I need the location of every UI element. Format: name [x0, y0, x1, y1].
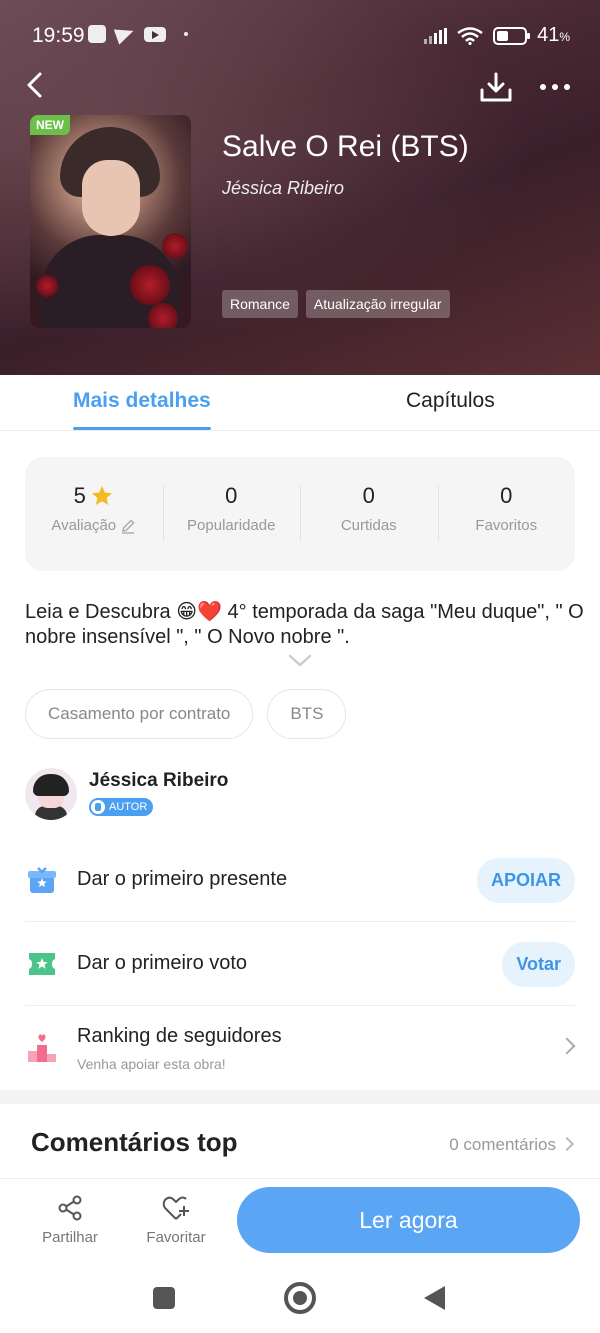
chevron-right-icon	[558, 1037, 576, 1055]
heart-plus-icon	[162, 1196, 189, 1220]
stat-popularity: 0 Popularidade	[162, 479, 301, 549]
vote-label: Dar o primeiro voto	[77, 952, 248, 974]
likes-label: Curtidas	[340, 517, 397, 534]
read-now-button[interactable]: Ler agora	[237, 1187, 580, 1253]
status-bar: 19:59 41%	[0, 0, 600, 70]
author-badge: AUTOR	[89, 797, 154, 816]
book-description: Leia e Descubra 😁❤️ 4° temporada da saga…	[25, 601, 584, 648]
author-profile[interactable]: Jéssica Ribeiro AUTOR	[25, 767, 228, 821]
favorites-label: Favoritos	[475, 517, 538, 534]
book-tags: Romance Atualização irregular	[222, 290, 450, 318]
podium-icon	[28, 1034, 56, 1062]
rating-value: 5	[73, 483, 86, 508]
stat-rating[interactable]: 5 Avaliação	[25, 479, 163, 549]
system-nav-bar	[0, 1268, 600, 1333]
telegram-icon	[113, 23, 137, 45]
chevron-down-icon[interactable]	[288, 654, 312, 668]
stat-likes: 0 Curtidas	[300, 479, 438, 549]
likes-value: 0	[362, 483, 375, 508]
author-name[interactable]: Jéssica Ribeiro	[89, 770, 228, 792]
notification-icons	[88, 23, 188, 45]
tab-details[interactable]: Mais detalhes	[73, 389, 211, 430]
favorite-button[interactable]: Favoritar	[136, 1193, 216, 1246]
back-arrow-icon[interactable]	[22, 70, 52, 100]
gift-icon	[28, 866, 56, 893]
comments-count[interactable]: 0 comentários	[449, 1135, 556, 1155]
screen: 19:59 41% NEW Salve O Rei (BTS) Jéssica …	[0, 0, 600, 1333]
avatar[interactable]	[25, 768, 77, 820]
battery-level: 41%	[537, 24, 570, 46]
chip-keyword[interactable]: BTS	[267, 689, 347, 739]
signal-icon	[424, 27, 448, 44]
more-notifications-icon	[184, 32, 188, 36]
star-icon	[91, 486, 112, 505]
section-divider	[0, 1090, 600, 1104]
back-triangle-icon[interactable]	[424, 1286, 445, 1310]
book-cover: NEW	[30, 115, 191, 328]
ranking-subtitle: Venha apoiar esta obra!	[77, 1055, 226, 1072]
battery-icon	[493, 26, 531, 45]
stats-card: 5 Avaliação 0 Popularidade 0 Curtidas 0 …	[25, 457, 575, 571]
recents-icon[interactable]	[153, 1287, 175, 1309]
status-time: 19:59	[32, 24, 85, 47]
new-badge: NEW	[30, 115, 70, 135]
ticket-icon	[29, 952, 55, 975]
more-options-icon[interactable]	[540, 84, 576, 94]
book-title: Salve O Rei (BTS)	[222, 130, 469, 163]
tag-update-status: Atualização irregular	[305, 290, 450, 318]
gift-row[interactable]: Dar o primeiro presente APOIAR	[25, 838, 575, 922]
tag-genre[interactable]: Romance	[222, 290, 298, 318]
app-notification-icon	[88, 25, 106, 43]
follower-ranking-row[interactable]: Ranking de seguidores Venha apoiar esta …	[25, 1006, 576, 1090]
tab-chapters[interactable]: Capítulos	[406, 389, 495, 413]
vote-button[interactable]: Votar	[502, 942, 575, 987]
download-icon[interactable]	[478, 70, 514, 106]
popularity-label: Popularidade	[187, 517, 276, 534]
keyword-chips: Casamento por contrato BTS	[25, 689, 347, 739]
youtube-icon	[144, 26, 166, 42]
book-author[interactable]: Jéssica Ribeiro	[222, 178, 344, 199]
rating-label: Avaliação	[51, 517, 117, 534]
tab-bar: Mais detalhes Capítulos	[0, 375, 600, 431]
share-icon	[58, 1195, 82, 1221]
home-icon[interactable]	[284, 1282, 316, 1314]
vote-row[interactable]: Dar o primeiro voto Votar	[25, 922, 575, 1006]
bottom-action-bar: Partilhar Favoritar Ler agora	[0, 1178, 600, 1268]
top-comments-header[interactable]: Comentários top 0 comentários	[31, 1127, 576, 1158]
share-button[interactable]: Partilhar	[30, 1193, 110, 1246]
edit-icon	[122, 519, 135, 534]
stat-favorites: 0 Favoritos	[437, 479, 576, 549]
favorite-label: Favoritar	[146, 1229, 206, 1246]
favorites-value: 0	[500, 483, 513, 508]
popularity-value: 0	[225, 483, 238, 508]
chip-keyword[interactable]: Casamento por contrato	[25, 689, 254, 739]
author-badge-icon	[91, 799, 105, 814]
ranking-label: Ranking de seguidores	[77, 1024, 282, 1047]
gift-label: Dar o primeiro presente	[77, 868, 288, 890]
wifi-icon	[457, 26, 483, 45]
support-list: Dar o primeiro presente APOIAR Dar o pri…	[25, 838, 576, 1090]
support-button[interactable]: APOIAR	[476, 858, 575, 903]
share-label: Partilhar	[42, 1229, 98, 1246]
system-icons: 41%	[424, 24, 570, 47]
